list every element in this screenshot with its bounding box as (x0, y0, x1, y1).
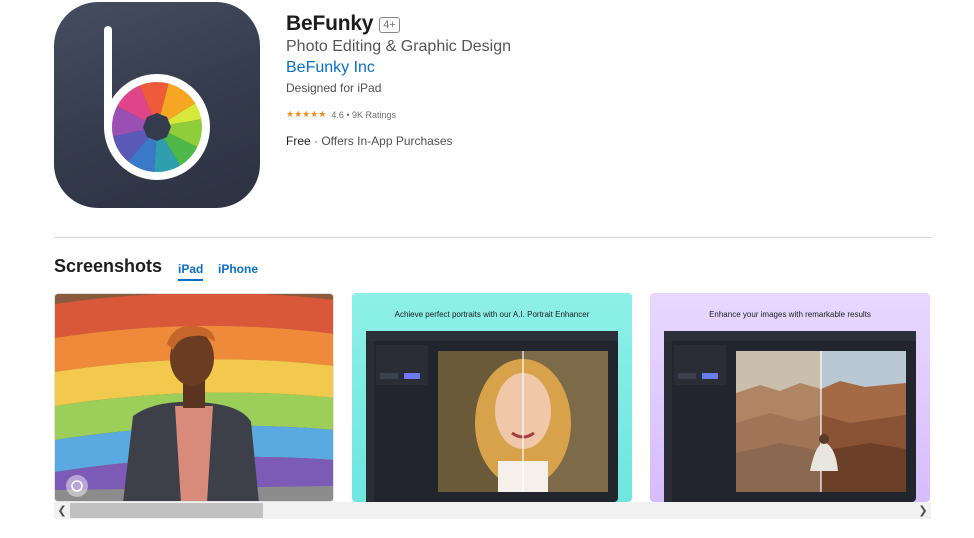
rating-text: 4.6 • 9K Ratings (331, 109, 397, 120)
price-label: Free (286, 134, 311, 148)
befunky-logo-icon (104, 26, 210, 180)
app-subtitle: Photo Editing & Graphic Design (286, 38, 512, 55)
portrait-rainbow-image (55, 294, 333, 501)
title-row: BeFunky 4+ (286, 12, 400, 36)
portrait-enhancer-image (366, 331, 618, 502)
designed-for-label: Designed for iPad (286, 81, 382, 95)
screenshots-scrollbar[interactable]: ❮ ❯ (54, 502, 931, 519)
price-row: Free · Offers In-App Purchases (286, 134, 453, 148)
screenshots-heading: Screenshots (54, 256, 163, 276)
scroll-right-icon[interactable]: ❯ (917, 504, 929, 517)
screenshot-2-caption: Achieve perfect portraits with our A.I. … (394, 310, 590, 319)
app-icon (54, 2, 260, 208)
tab-ipad[interactable]: iPad (178, 262, 204, 281)
developer-link[interactable]: BeFunky Inc (286, 59, 375, 77)
app-title: BeFunky (286, 12, 374, 35)
landscape-enhance-image (664, 331, 916, 502)
in-app-purchases-label: · Offers In-App Purchases (310, 134, 453, 148)
screenshot-3-caption: Enhance your images with remarkable resu… (709, 310, 871, 319)
screenshot-2[interactable]: Achieve perfect portraits with our A.I. … (352, 293, 632, 502)
age-rating-badge: 4+ (379, 17, 400, 33)
scroll-left-icon[interactable]: ❮ (56, 504, 68, 517)
screenshot-1[interactable] (54, 293, 334, 502)
star-rating-icon: ★★★★★ (286, 109, 327, 119)
tab-iphone[interactable]: iPhone (218, 262, 258, 276)
ratings-row: ★★★★★ 4.6 • 9K Ratings (286, 109, 396, 120)
section-divider (54, 237, 931, 238)
screenshot-3[interactable]: Enhance your images with remarkable resu… (650, 293, 930, 502)
scroll-thumb[interactable] (70, 503, 263, 518)
